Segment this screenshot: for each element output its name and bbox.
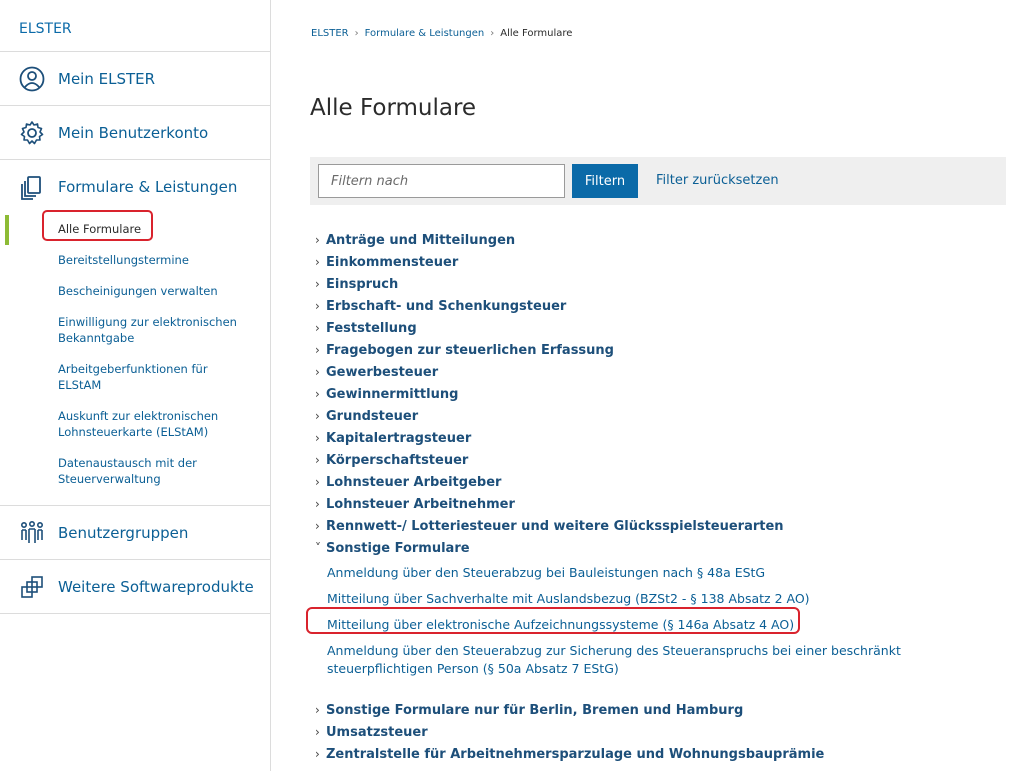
- sidebar-item-mein-benutzerkonto[interactable]: Mein Benutzerkonto: [0, 106, 270, 160]
- breadcrumb-link-elster[interactable]: ELSTER: [311, 28, 349, 39]
- chevron-right-icon: ›: [315, 321, 320, 335]
- sidebar-subitem-datenaustausch[interactable]: Datenaustausch mit der Steuerverwaltung: [0, 455, 270, 487]
- documents-icon: [21, 176, 41, 200]
- category-item[interactable]: › Gewinnermittlung: [315, 386, 1005, 408]
- breadcrumb-link-formulare[interactable]: Formulare & Leistungen: [365, 28, 485, 39]
- users-group-icon: [20, 520, 43, 543]
- sidebar: ELSTER Mein ELSTER Mein Benutzerkonto Fo…: [0, 0, 271, 771]
- sidebar-subitem-label: Auskunft zur elektronischen Lohnsteuerka…: [58, 409, 219, 439]
- chevron-right-icon: ›: [315, 497, 320, 511]
- category-item[interactable]: › Erbschaft- und Schenkungsteuer: [315, 298, 1005, 320]
- sidebar-subitem-label: Datenaustausch mit der Steuerverwaltung: [58, 456, 197, 486]
- category-item[interactable]: › Körperschaftsteuer: [315, 452, 1005, 474]
- chevron-right-icon: ›: [354, 28, 359, 39]
- chevron-right-icon: ›: [315, 387, 320, 401]
- filter-bar: Filtern Filter zurücksetzen: [310, 157, 1006, 205]
- category-item[interactable]: › Anträge und Mitteilungen: [315, 232, 1005, 254]
- chevron-right-icon: ›: [490, 28, 495, 39]
- category-item-expanded[interactable]: ˅ Sonstige Formulare: [315, 540, 1005, 562]
- chevron-right-icon: ›: [315, 431, 320, 445]
- sidebar-subitem-auskunft[interactable]: Auskunft zur elektronischen Lohnsteuerka…: [0, 408, 270, 440]
- sidebar-item-formulare-leistungen[interactable]: Formulare & Leistungen: [0, 160, 270, 214]
- sidebar-item-label: Weitere Softwareprodukte: [58, 577, 254, 596]
- sidebar-subitem-label: Arbeitgeberfunktionen für ELStAM: [58, 362, 208, 392]
- chevron-right-icon: ›: [315, 365, 320, 379]
- category-item[interactable]: › Lohnsteuer Arbeitgeber: [315, 474, 1005, 496]
- breadcrumb: ELSTER › Formulare & Leistungen › Alle F…: [311, 28, 572, 39]
- chevron-right-icon: ›: [315, 299, 320, 313]
- form-link[interactable]: Mitteilung über Sachverhalte mit Ausland…: [315, 590, 1005, 608]
- filter-input[interactable]: [318, 164, 565, 198]
- software-icon: [21, 575, 43, 598]
- user-circle-icon: [19, 66, 45, 91]
- breadcrumb-current: Alle Formulare: [500, 28, 573, 39]
- category-item[interactable]: › Zentralstelle für Arbeitnehmersparzulag…: [315, 746, 1005, 768]
- sidebar-subitem-einwilligung[interactable]: Einwilligung zur elektronischen Bekanntg…: [0, 314, 270, 346]
- sidebar-subitem-bescheinigungen[interactable]: Bescheinigungen verwalten: [0, 283, 270, 299]
- page-title: Alle Formulare: [310, 95, 477, 121]
- category-item[interactable]: › Einspruch: [315, 276, 1005, 298]
- sidebar-item-label: Mein ELSTER: [58, 69, 156, 88]
- sidebar-item-mein-elster[interactable]: Mein ELSTER: [0, 52, 270, 106]
- category-item[interactable]: › Gewerbesteuer: [315, 364, 1005, 386]
- chevron-right-icon: ›: [315, 233, 320, 247]
- sidebar-item-label: Formulare & Leistungen: [58, 178, 238, 196]
- sidebar-subitem-label: Einwilligung zur elektronischen Bekanntg…: [58, 315, 237, 345]
- category-list: › Anträge und Mitteilungen › Einkommensteu…: [315, 232, 1005, 768]
- sidebar-subnav: Alle Formulare Bereitstellungstermine Be…: [0, 214, 270, 506]
- chevron-right-icon: ›: [315, 519, 320, 533]
- chevron-right-icon: ›: [315, 703, 320, 717]
- category-item[interactable]: › Grundsteuer: [315, 408, 1005, 430]
- sidebar-subitem-label: Bescheinigungen verwalten: [58, 284, 218, 298]
- chevron-right-icon: ›: [315, 725, 320, 739]
- chevron-right-icon: ›: [315, 453, 320, 467]
- chevron-right-icon: ›: [315, 475, 320, 489]
- sidebar-item-label: Mein Benutzerkonto: [58, 123, 209, 142]
- sidebar-item-weitere-softwareprodukte[interactable]: Weitere Softwareprodukte: [0, 560, 270, 614]
- filter-button[interactable]: Filtern: [572, 164, 638, 198]
- annotation-highlight-alle-formulare: [42, 210, 153, 241]
- chevron-right-icon: ›: [315, 747, 320, 761]
- category-item[interactable]: › Kapitalertragsteuer: [315, 430, 1005, 452]
- category-item[interactable]: › Rennwett-/ Lotteriesteuer und weitere G…: [315, 518, 1005, 540]
- form-link[interactable]: Anmeldung über den Steuerabzug bei Baule…: [315, 564, 1005, 582]
- chevron-right-icon: ›: [315, 343, 320, 357]
- gear-icon: [20, 120, 44, 144]
- category-item[interactable]: › Umsatzsteuer: [315, 724, 1005, 746]
- chevron-right-icon: ›: [315, 255, 320, 269]
- form-link[interactable]: Anmeldung über den Steuerabzug zur Siche…: [315, 642, 915, 678]
- category-item[interactable]: › Fragebogen zur steuerlichen Erfassung: [315, 342, 1005, 364]
- chevron-right-icon: ›: [315, 277, 320, 291]
- filter-reset-link[interactable]: Filter zurücksetzen: [656, 173, 779, 188]
- category-item[interactable]: › Lohnsteuer Arbeitnehmer: [315, 496, 1005, 518]
- category-item[interactable]: › Feststellung: [315, 320, 1005, 342]
- sidebar-subitem-label: Bereitstellungstermine: [58, 253, 189, 267]
- chevron-right-icon: ›: [315, 409, 320, 423]
- category-item[interactable]: › Sonstige Formulare nur für Berlin, Brem…: [315, 702, 1005, 724]
- sidebar-subitem-bereitstellungstermine[interactable]: Bereitstellungstermine: [0, 252, 270, 268]
- sidebar-item-label: Benutzergruppen: [58, 523, 189, 542]
- sidebar-item-benutzergruppen[interactable]: Benutzergruppen: [0, 506, 270, 560]
- chevron-down-icon: ˅: [315, 541, 321, 555]
- annotation-highlight-aufzeichnungssysteme: [306, 607, 800, 634]
- active-indicator: [5, 215, 9, 245]
- category-item[interactable]: › Einkommensteuer: [315, 254, 1005, 276]
- sidebar-subitem-arbeitgeberfunktionen[interactable]: Arbeitgeberfunktionen für ELStAM: [0, 361, 270, 393]
- sidebar-brand[interactable]: ELSTER: [0, 0, 270, 52]
